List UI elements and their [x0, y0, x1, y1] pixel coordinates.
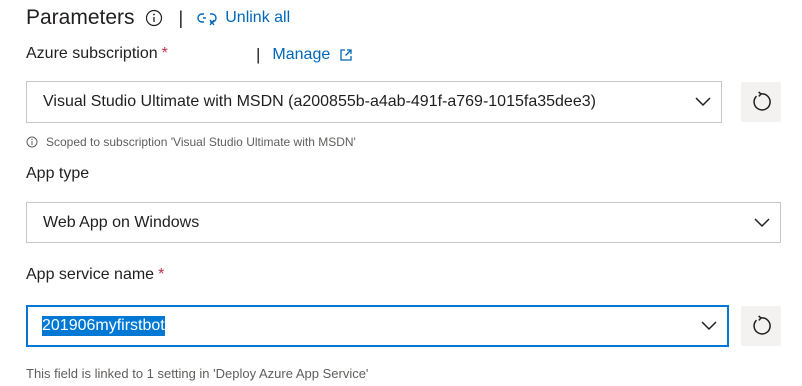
subscription-label: Azure subscription * [26, 45, 168, 63]
chevron-down-icon [695, 97, 711, 107]
refresh-icon [753, 315, 771, 335]
refresh-subscriptions-button[interactable] [741, 82, 781, 122]
subscription-label-text: Azure subscription [26, 45, 158, 62]
app-type-value: Web App on Windows [43, 213, 200, 231]
parameters-panel: Parameters | Unlink all Azure subscripti… [0, 0, 802, 386]
info-icon[interactable] [145, 9, 163, 27]
chevron-down-icon [701, 321, 717, 331]
app-service-value[interactable]: 201906myfirstbot [42, 316, 165, 336]
subscription-value: Visual Studio Ultimate with MSDN (a20085… [43, 93, 596, 110]
subscription-scope-hint: Scoped to subscription 'Visual Studio Ul… [26, 135, 356, 149]
info-icon [26, 136, 38, 148]
subscription-dropdown[interactable]: Visual Studio Ultimate with MSDN (a20085… [26, 81, 722, 123]
refresh-icon [753, 91, 771, 111]
header-separator: | [178, 7, 184, 28]
manage-link[interactable]: | Manage [256, 44, 352, 66]
unlink-icon [197, 13, 217, 26]
unlink-all-button[interactable]: Unlink all [197, 9, 290, 27]
required-marker: * [161, 45, 168, 62]
refresh-app-services-button[interactable] [741, 306, 781, 346]
manage-label: Manage [272, 46, 331, 63]
subscription-hint-text: Scoped to subscription 'Visual Studio Ul… [46, 135, 356, 149]
external-link-icon [340, 49, 352, 61]
page-title: Parameters [26, 6, 135, 29]
app-type-label: App type [26, 165, 90, 182]
app-service-label-text: App service name [26, 266, 155, 283]
unlink-all-label: Unlink all [225, 9, 291, 26]
app-service-dropdown[interactable]: 201906myfirstbot [26, 305, 729, 347]
linked-setting-helper: This field is linked to 1 setting in 'De… [26, 366, 369, 381]
parameters-header: Parameters | Unlink all [26, 0, 290, 36]
required-marker: * [158, 266, 165, 283]
app-type-dropdown[interactable]: Web App on Windows [26, 202, 781, 243]
manage-separator: | [256, 45, 261, 64]
app-service-label: App service name * [26, 266, 164, 284]
chevron-down-icon [754, 217, 770, 228]
